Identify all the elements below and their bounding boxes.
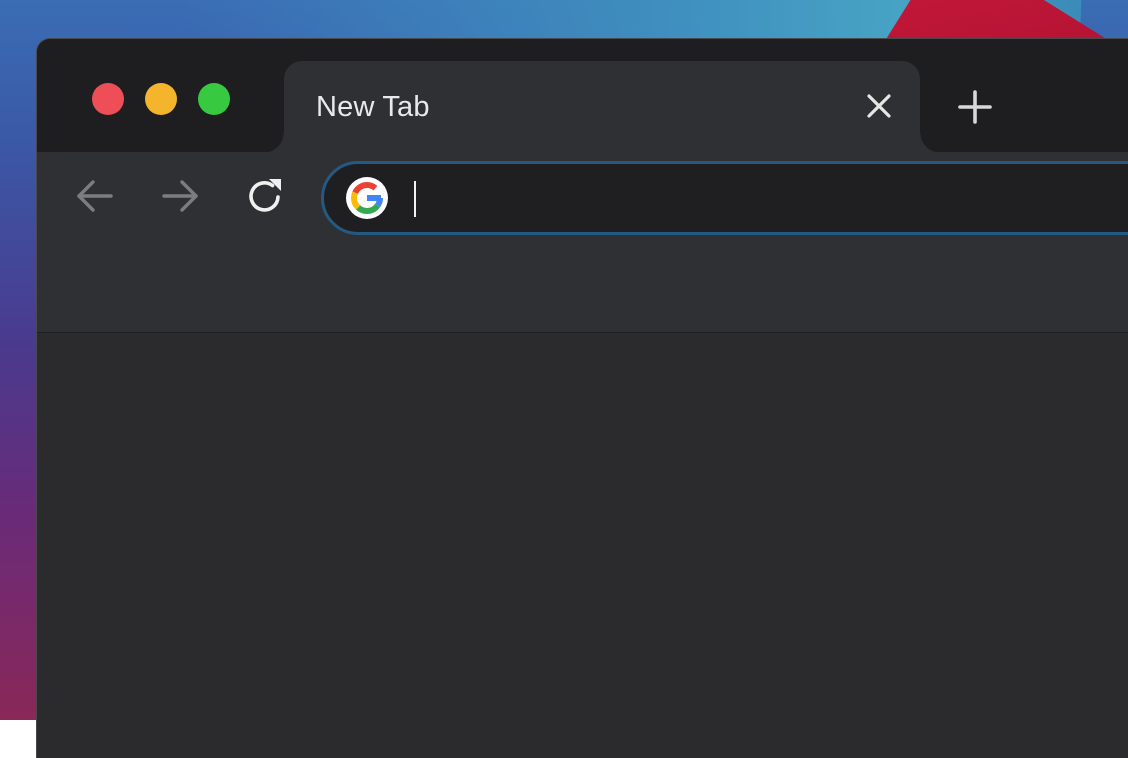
tab-title: New Tab xyxy=(316,91,430,123)
plus-icon[interactable] xyxy=(957,89,993,125)
address-bar[interactable] xyxy=(321,161,1128,235)
tab-new-tab[interactable]: New Tab xyxy=(264,61,940,153)
google-icon xyxy=(346,177,388,219)
text-cursor xyxy=(414,181,416,217)
page-content-area xyxy=(37,333,1128,758)
browser-window: New Tab xyxy=(36,38,1128,758)
close-icon[interactable] xyxy=(864,91,894,121)
address-input[interactable] xyxy=(422,178,1126,222)
navigation-toolbar xyxy=(37,152,1128,333)
close-window-button[interactable] xyxy=(92,83,124,115)
arrow-left-icon[interactable] xyxy=(75,176,115,216)
arrow-right-icon[interactable] xyxy=(160,176,200,216)
zoom-window-button[interactable] xyxy=(198,83,230,115)
tab-strip: New Tab xyxy=(37,39,1128,153)
reload-icon[interactable] xyxy=(245,176,285,216)
minimize-window-button[interactable] xyxy=(145,83,177,115)
